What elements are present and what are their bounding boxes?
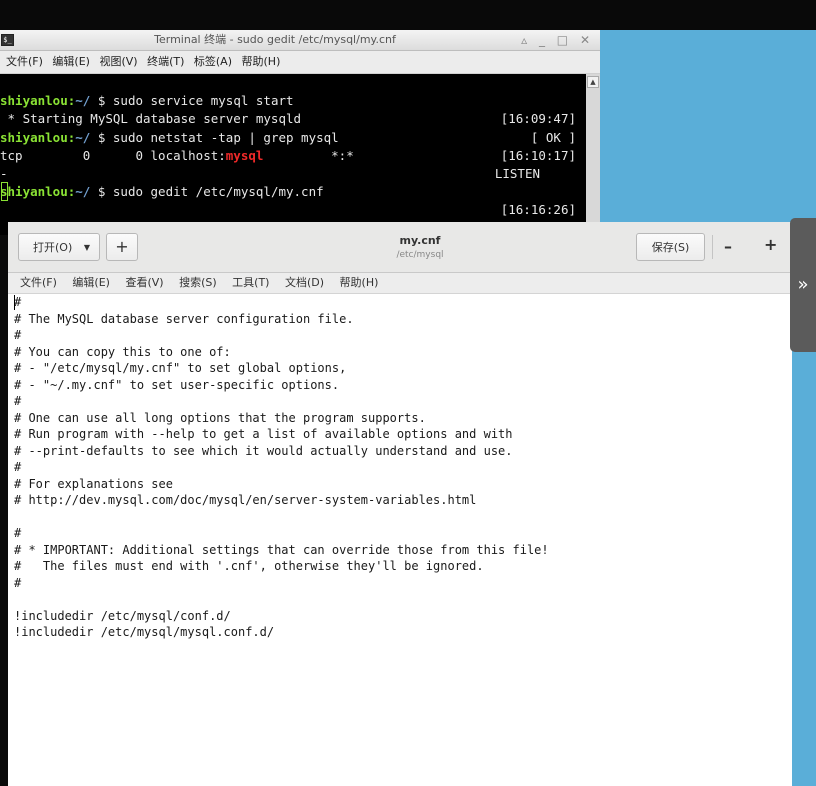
editor-line: # You can copy this to one of: [14,344,231,359]
scroll-up-icon[interactable]: ▲ [587,76,599,88]
prompt-user: shiyanlou: [0,184,76,200]
editor-line: # [14,460,22,474]
terminal-menu-help[interactable]: 帮助(H) [242,55,281,68]
editor-line: !includedir /etc/mysql/conf.d/ [14,608,231,623]
terminal-menu-edit[interactable]: 编辑(E) [52,55,90,68]
editor-line: # One can use all long options that the … [14,410,426,425]
terminal-line: shiyanlou:~/ $ sudo gedit /etc/mysql/my.… [0,165,586,217]
command-text: $ sudo gedit /etc/mysql/my.cnf [90,184,324,200]
header-separator [712,235,713,259]
terminal-titlebar[interactable]: $_ Terminal 终端 - sudo gedit /etc/mysql/m… [0,30,600,51]
gedit-menu-edit[interactable]: 编辑(E) [72,276,110,289]
terminal-line: - [0,147,586,181]
terminal-line: shiyanlou:~/ $ sudo netstat -tap | grep … [0,110,586,163]
gedit-menu-tools[interactable]: 工具(T) [232,276,269,289]
gedit-menu-file[interactable]: 文件(F) [20,276,57,289]
top-panel [0,0,816,30]
side-panel-toggle[interactable]: » [790,218,816,352]
terminal-line: * Starting MySQL database server mysqld … [0,92,586,144]
terminal-title: Terminal 终端 - sudo gedit /etc/mysql/my.c… [154,33,396,46]
prompt-path: ~/ [75,184,91,200]
editor-line: # Run program with --help to get a list … [14,427,513,441]
save-button[interactable]: 保存(S) [636,233,705,261]
gedit-menu-help[interactable]: 帮助(H) [340,276,379,289]
editor-line: # [14,328,22,342]
editor-line: # - "/etc/mysql/my.cnf" to set global op… [14,361,347,375]
gedit-menubar: 文件(F) 编辑(E) 查看(V) 搜索(S) 工具(T) 文档(D) 帮助(H… [8,273,792,294]
editor-line: # - "~/.my.cnf" to set user-specific opt… [14,377,340,392]
terminal-menu-file[interactable]: 文件(F) [6,55,43,68]
editor-line: # --print-defaults to see which it would… [14,443,513,458]
editor-line: # [14,295,22,309]
gedit-menu-view[interactable]: 查看(V) [125,276,163,289]
gedit-headerbar: 打开(O) ▼ + my.cnf /etc/mysql 保存(S) – + [8,222,792,273]
editor-line: # The MySQL database server configuratio… [14,311,354,326]
desktop-edge [0,220,8,786]
editor-line: # [14,394,22,408]
gedit-menu-search[interactable]: 搜索(S) [179,276,217,289]
maximize-button[interactable]: + [764,235,777,254]
terminal-menu-view[interactable]: 视图(V) [99,55,137,68]
editor-line: !includedir /etc/mysql/mysql.conf.d/ [14,625,275,639]
text-cursor [14,295,15,310]
terminal-cursor [1,182,8,201]
editor-line: # The files must end with '.cnf', otherw… [14,559,484,573]
editor-line: # [14,526,22,540]
minimize-button[interactable]: – [724,237,732,256]
gedit-menu-documents[interactable]: 文档(D) [285,276,324,289]
terminal-line: shiyanlou:~/ $ sudo service mysql start … [0,74,586,126]
editor-line: # * IMPORTANT: Additional settings that … [14,542,549,557]
editor-line: # [14,575,22,590]
text-editor-area[interactable]: # # The MySQL database server configurati… [8,294,792,786]
terminal-line: tcp 0 0 localhost:mysql *:* LISTEN [0,129,586,181]
window-controls[interactable]: ▵ _ □ ✕ [521,30,594,50]
terminal-scrollbar[interactable]: ▲ [586,74,600,235]
gedit-window[interactable]: 打开(O) ▼ + my.cnf /etc/mysql 保存(S) – + 文件… [8,222,792,786]
editor-line: # http://dev.mysql.com/doc/mysql/en/serv… [14,493,477,507]
terminal-menubar: 文件(F) 编辑(E) 视图(V) 终端(T) 标签(A) 帮助(H) [0,51,600,74]
editor-line: # For explanations see [14,476,173,491]
terminal-screen[interactable]: shiyanlou:~/ $ sudo service mysql start … [0,74,586,235]
editor-content[interactable]: # # The MySQL database server configurati… [14,294,549,641]
terminal-menu-tabs[interactable]: 标签(A) [194,55,232,68]
timestamp: [16:16:26] [500,202,576,218]
terminal-menu-terminal[interactable]: 终端(T) [147,55,184,68]
terminal-window[interactable]: $_ Terminal 终端 - sudo gedit /etc/mysql/m… [0,30,600,235]
